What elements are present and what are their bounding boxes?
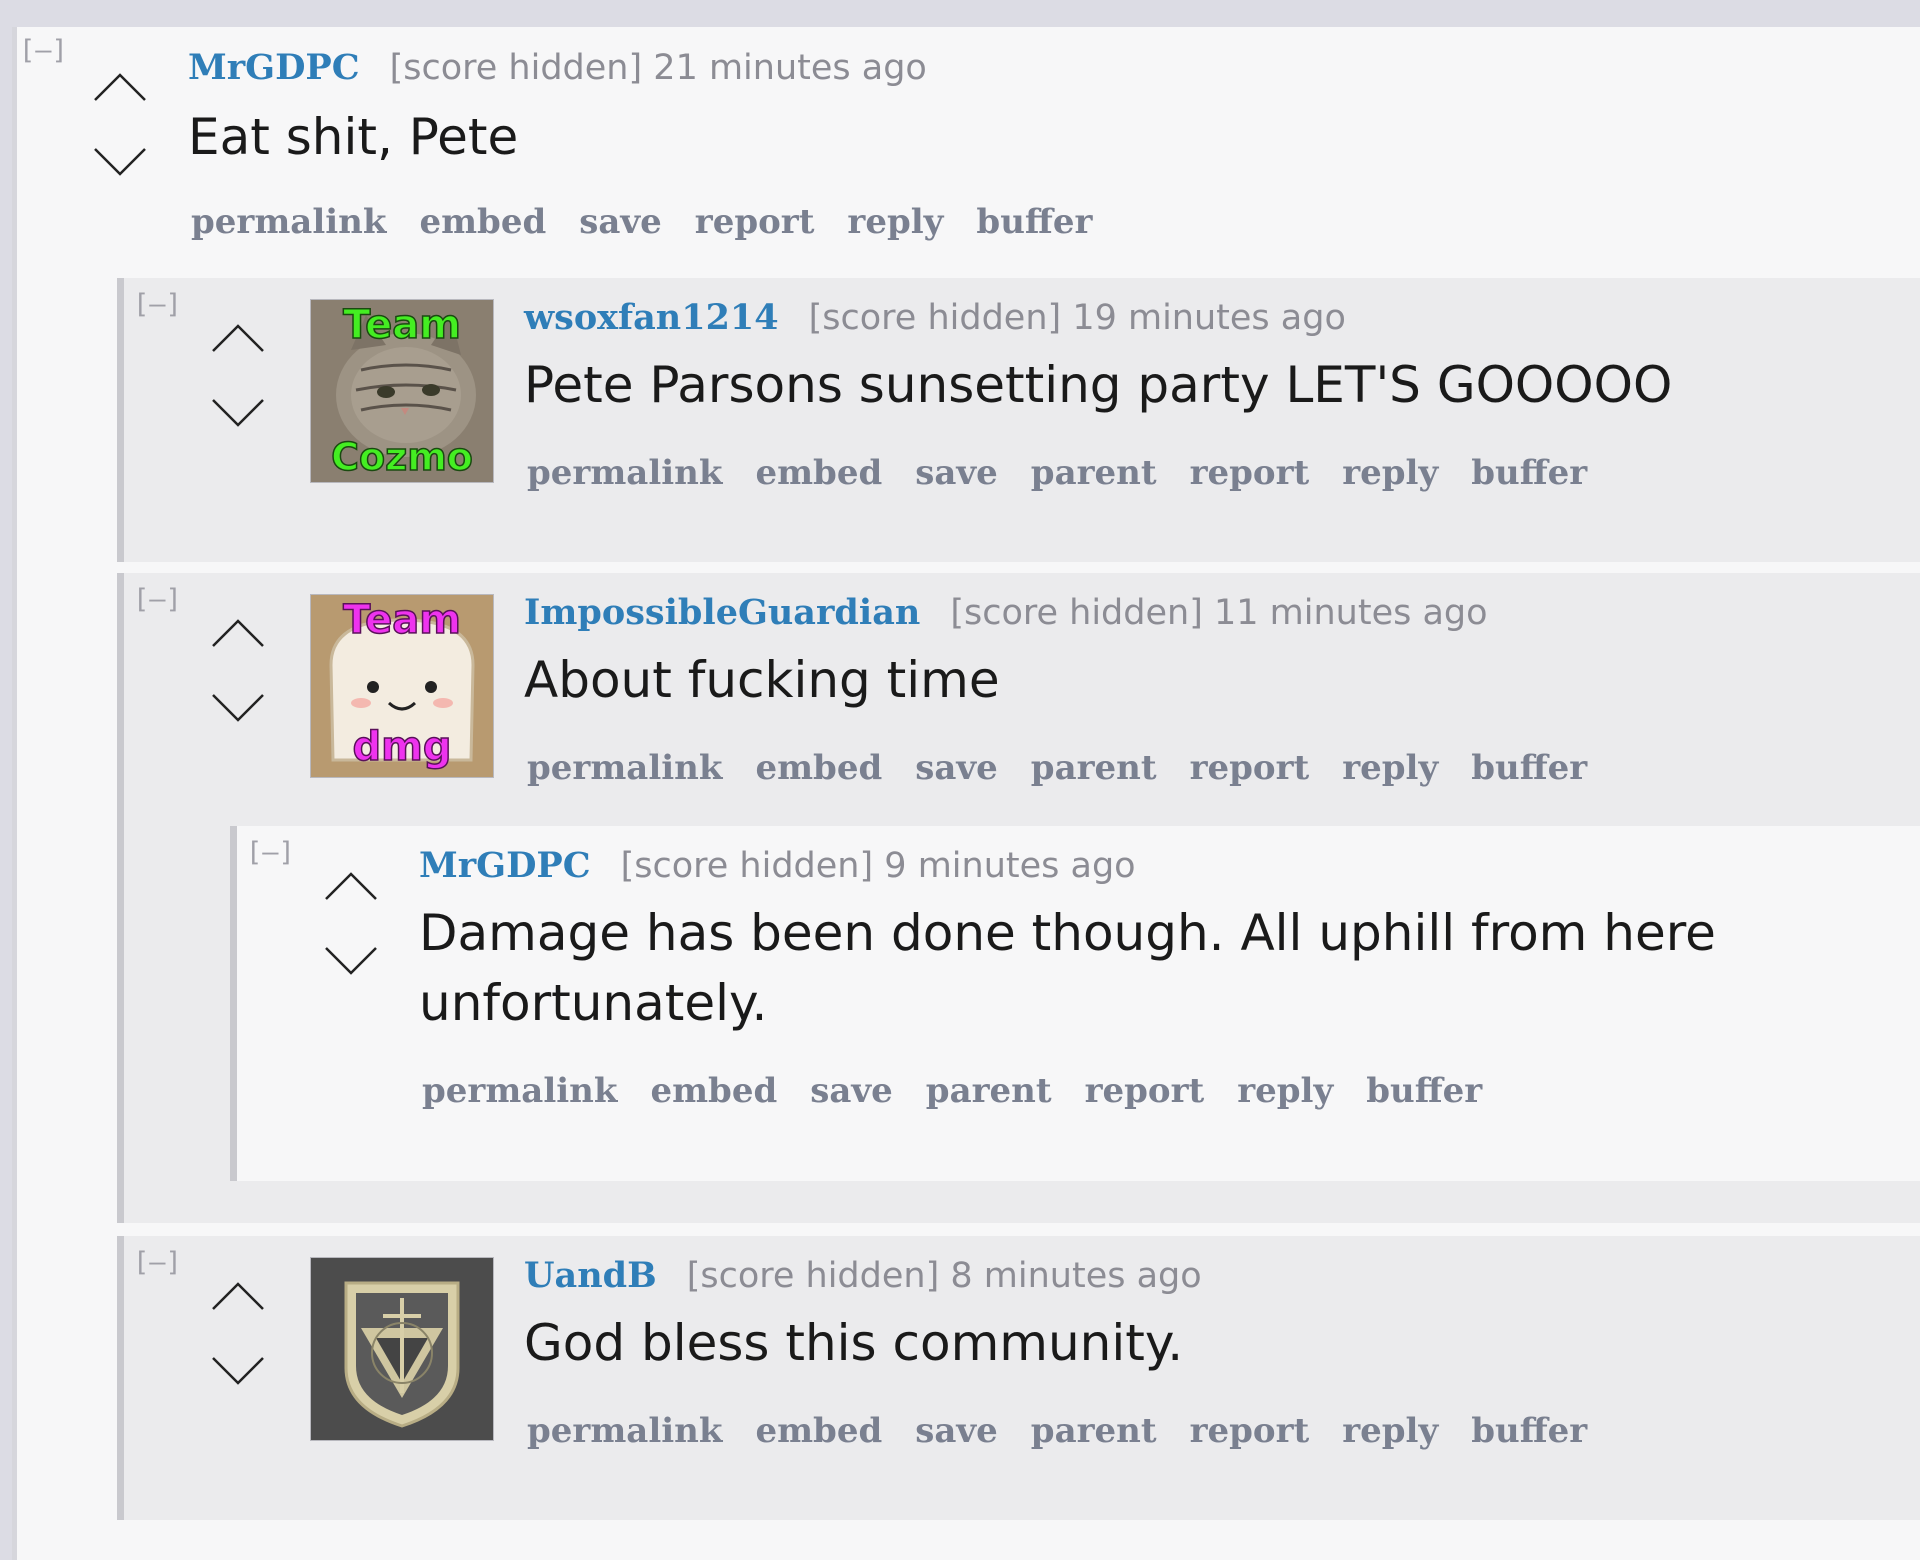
buffer-link[interactable]: buffer	[1471, 1411, 1587, 1451]
comment-meta: MrGDPC [score hidden] 21 minutes ago	[188, 46, 927, 90]
comment-body: Pete Parsons sunsetting party LET'S GOOO…	[524, 356, 1673, 414]
shield-emblem-avatar-icon	[310, 1257, 494, 1441]
embed-link[interactable]: embed	[650, 1071, 777, 1111]
embed-link[interactable]: embed	[755, 748, 882, 788]
buffer-link[interactable]: buffer	[976, 202, 1092, 242]
upvote-arrow-icon[interactable]	[208, 1276, 268, 1316]
collapse-toggle[interactable]: [–]	[133, 289, 182, 320]
permalink-link[interactable]: permalink	[527, 453, 722, 493]
comment-body: Damage has been done though. All uphill …	[419, 904, 1716, 1032]
author-link[interactable]: MrGDPC	[419, 845, 591, 886]
comment-body: God bless this community.	[524, 1314, 1184, 1372]
avatar-text-bottom: dmg	[353, 724, 452, 770]
upvote-arrow-icon[interactable]	[208, 613, 268, 653]
timestamp: 8 minutes ago	[950, 1256, 1202, 1296]
cat-avatar-icon: Team Cozmo	[310, 299, 494, 483]
buffer-link[interactable]: buffer	[1471, 453, 1587, 493]
downvote-arrow-icon[interactable]	[208, 688, 268, 728]
comment-body: About fucking time	[524, 651, 1000, 709]
buffer-link[interactable]: buffer	[1366, 1071, 1482, 1111]
permalink-link[interactable]: permalink	[527, 1411, 722, 1451]
reply-link[interactable]: reply	[1342, 1411, 1438, 1451]
report-link[interactable]: report	[695, 202, 815, 242]
upvote-arrow-icon[interactable]	[208, 318, 268, 358]
avatar-text-top: Team	[343, 597, 461, 643]
avatar-text-top: Team	[343, 302, 461, 348]
report-link[interactable]: report	[1190, 1411, 1310, 1451]
upvote-arrow-icon[interactable]	[90, 67, 150, 107]
timestamp: 11 minutes ago	[1214, 593, 1488, 633]
permalink-link[interactable]: permalink	[422, 1071, 617, 1111]
timestamp: 19 minutes ago	[1072, 298, 1346, 338]
comment-actions: permalink embed save parent report reply buffe…	[527, 748, 1620, 788]
downvote-arrow-icon[interactable]	[208, 393, 268, 433]
score-hidden-label: [score hidden]	[686, 1256, 940, 1296]
reply-link[interactable]: reply	[1237, 1071, 1333, 1111]
report-link[interactable]: report	[1085, 1071, 1205, 1111]
downvote-arrow-icon[interactable]	[321, 941, 381, 981]
downvote-arrow-icon[interactable]	[90, 142, 150, 182]
upvote-arrow-icon[interactable]	[321, 866, 381, 906]
comment-meta: UandB [score hidden] 8 minutes ago	[524, 1254, 1202, 1298]
comment-meta: wsoxfan1214 [score hidden] 19 minutes ago	[524, 296, 1346, 340]
collapse-toggle[interactable]: [–]	[19, 35, 68, 66]
timestamp: 21 minutes ago	[653, 48, 927, 88]
comment-body: Eat shit, Pete	[188, 108, 519, 166]
embed-link[interactable]: embed	[419, 202, 546, 242]
parent-link[interactable]: parent	[926, 1071, 1052, 1111]
comment-nested-reply: [–] MrGDPC [score hidden] 9 minutes ago D…	[230, 826, 1920, 1181]
comment-actions: permalink embed save parent report reply buffe…	[422, 1071, 1515, 1111]
avatar-text-bottom: Cozmo	[331, 435, 473, 479]
parent-link[interactable]: parent	[1031, 1411, 1157, 1451]
save-link[interactable]: save	[915, 1411, 998, 1451]
score-hidden-label: [score hidden]	[808, 298, 1062, 338]
author-link[interactable]: wsoxfan1214	[524, 297, 779, 338]
timestamp: 9 minutes ago	[884, 846, 1136, 886]
author-link[interactable]: ImpossibleGuardian	[524, 592, 920, 633]
permalink-link[interactable]: permalink	[191, 202, 386, 242]
report-link[interactable]: report	[1190, 453, 1310, 493]
bread-avatar-icon: Team dmg	[310, 594, 494, 778]
collapse-toggle[interactable]: [–]	[133, 1247, 182, 1278]
save-link[interactable]: save	[915, 453, 998, 493]
comment-actions: permalink embed save parent report reply buffe…	[527, 453, 1620, 493]
collapse-toggle[interactable]: [–]	[133, 584, 182, 615]
reply-link[interactable]: reply	[1342, 453, 1438, 493]
reply-link[interactable]: reply	[847, 202, 943, 242]
comment-meta: ImpossibleGuardian [score hidden] 11 minu…	[524, 591, 1488, 635]
comment-actions: permalink embed save report reply buffer	[191, 202, 1125, 242]
save-link[interactable]: save	[810, 1071, 893, 1111]
comment-child: [–] UandB [score hidden] 8 minutes ago Go…	[117, 1236, 1920, 1520]
reply-link[interactable]: reply	[1342, 748, 1438, 788]
score-hidden-label: [score hidden]	[389, 48, 643, 88]
embed-link[interactable]: embed	[755, 1411, 882, 1451]
embed-link[interactable]: embed	[755, 453, 882, 493]
collapse-toggle[interactable]: [–]	[246, 837, 295, 868]
save-link[interactable]: save	[579, 202, 662, 242]
score-hidden-label: [score hidden]	[620, 846, 874, 886]
author-link[interactable]: UandB	[524, 1255, 657, 1296]
author-link[interactable]: MrGDPC	[188, 47, 360, 88]
buffer-link[interactable]: buffer	[1471, 748, 1587, 788]
comment-child: [–] Team Cozmo wsoxfan1214 [score hidden]…	[117, 278, 1920, 562]
permalink-link[interactable]: permalink	[527, 748, 722, 788]
save-link[interactable]: save	[915, 748, 998, 788]
parent-link[interactable]: parent	[1031, 453, 1157, 493]
score-hidden-label: [score hidden]	[950, 593, 1203, 633]
parent-link[interactable]: parent	[1031, 748, 1157, 788]
comment-actions: permalink embed save parent report reply buffe…	[527, 1411, 1620, 1451]
report-link[interactable]: report	[1190, 748, 1310, 788]
comment-child: [–] Team dmg ImpossibleGuardian [score hi…	[117, 573, 1920, 1223]
downvote-arrow-icon[interactable]	[208, 1351, 268, 1391]
comment-meta: MrGDPC [score hidden] 9 minutes ago	[419, 844, 1136, 888]
